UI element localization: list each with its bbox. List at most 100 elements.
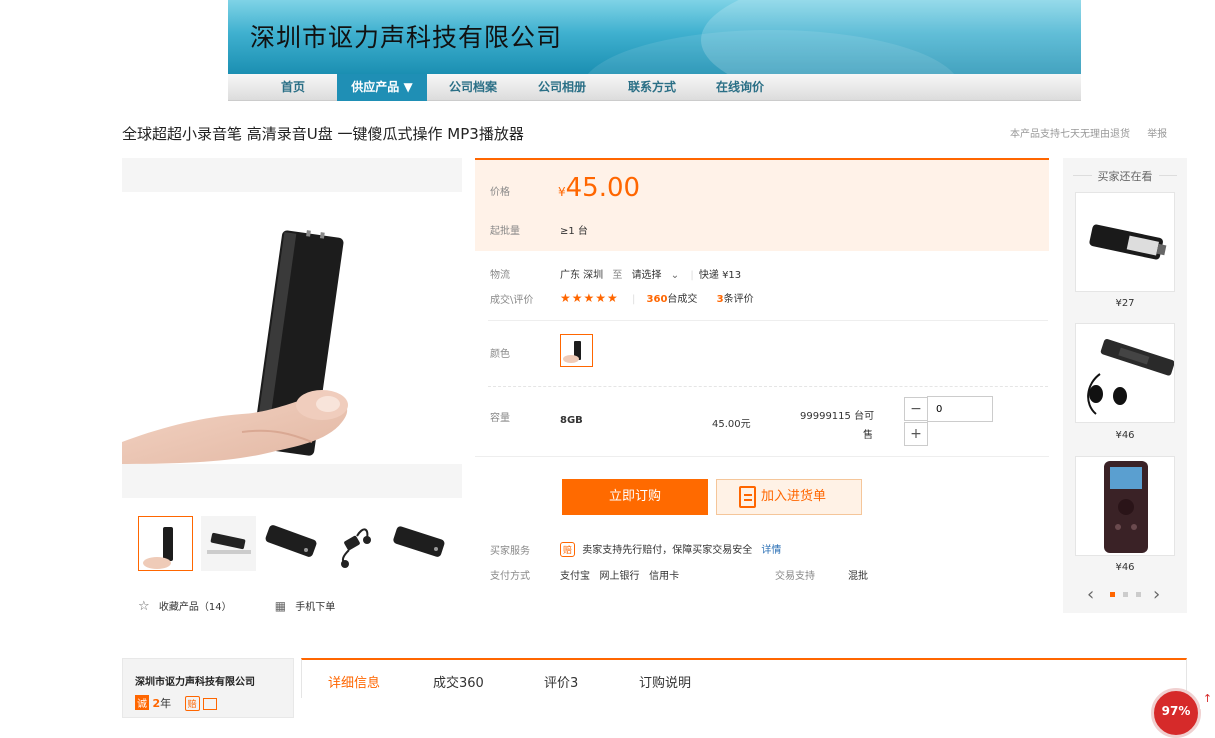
main-nav: 首页 供应产品 ▼ 公司档案 公司相册 联系方式 在线询价 <box>228 74 1081 101</box>
tab-details[interactable]: 详细信息 <box>328 672 380 691</box>
favorite-link[interactable]: 收藏产品（14） <box>159 602 232 613</box>
trade-support-label: 交易支持 <box>775 571 815 582</box>
thumbnail-2[interactable] <box>201 516 256 571</box>
quantity-input[interactable] <box>927 396 993 422</box>
also-viewed-price: ¥46 <box>1115 430 1135 441</box>
payment-methods: 支付宝 网上银行 信用卡 <box>560 571 680 582</box>
nav-products[interactable]: 供应产品 ▼ <box>337 74 427 101</box>
thumbnail-5[interactable] <box>390 516 445 571</box>
report-link[interactable]: 举报 <box>1147 129 1167 140</box>
trust-badge-icon: 诚 <box>135 695 149 710</box>
product-photo <box>122 192 462 464</box>
price-box <box>475 158 1049 251</box>
tab-reviews[interactable]: 评价3 <box>544 672 578 691</box>
compensation-badge-icon: 赔 <box>560 542 576 557</box>
tab-transactions[interactable]: 成交360 <box>433 672 484 691</box>
add-to-cart-label: 加入进货单 <box>761 489 827 504</box>
shop-years: 2 <box>152 697 161 710</box>
divider-line <box>488 320 1048 321</box>
moq-label: 起批量 <box>490 226 520 237</box>
satisfaction-badge[interactable]: 97% <box>1151 688 1201 738</box>
divider-line <box>488 386 1048 387</box>
nav-inquiry[interactable]: 在线询价 <box>700 74 780 101</box>
also-viewed-title: 买家还在看 <box>1063 168 1187 184</box>
star-outline-icon[interactable]: ☆ <box>138 599 150 614</box>
review-unit: 条评价 <box>723 294 754 305</box>
also-viewed-price: ¥27 <box>1115 298 1135 309</box>
also-viewed-price: ¥46 <box>1115 562 1135 573</box>
qty-increase-button[interactable]: + <box>904 422 928 446</box>
carousel-dot[interactable] <box>1123 592 1128 597</box>
main-product-image[interactable] <box>122 158 462 498</box>
service-text: 卖家支持先行赔付，保障买家交易安全 <box>582 545 753 556</box>
deals-count[interactable]: 360 <box>647 294 668 305</box>
stock-line-1: 99999115 台可 <box>800 411 875 422</box>
service-row: 赔 卖家支持先行赔付，保障买家交易安全 详情 <box>560 541 781 557</box>
thumbnail-1[interactable] <box>138 516 193 571</box>
product-title: 全球超超小录音笔 高清录音U盘 一键傻瓜式操作 MP3播放器 <box>122 125 524 143</box>
mobile-order-link[interactable]: 手机下单 <box>295 602 335 613</box>
moq-value: ≥1 台 <box>560 226 588 237</box>
chevron-down-icon[interactable]: ⌄ <box>671 270 679 281</box>
variant-price: 45.00元 <box>712 419 751 430</box>
divider: | <box>631 294 636 305</box>
tab-order-notes[interactable]: 订购说明 <box>639 672 691 691</box>
divider: | <box>690 270 694 281</box>
nav-album[interactable]: 公司相册 <box>522 74 602 101</box>
price-label: 价格 <box>490 187 510 198</box>
deals-label: 成交\评价 <box>490 295 534 306</box>
nav-company-profile[interactable]: 公司档案 <box>433 74 513 101</box>
also-viewed-item[interactable] <box>1075 323 1175 423</box>
detail-tabs: 详细信息 成交360 评价3 订购说明 <box>301 658 1187 698</box>
capacity-option: 8GB <box>560 415 583 426</box>
nav-contact[interactable]: 联系方式 <box>612 74 692 101</box>
color-label: 颜色 <box>490 349 510 360</box>
qty-decrease-button[interactable]: − <box>904 397 928 421</box>
payment-label: 支付方式 <box>490 571 530 582</box>
thumbnail-3[interactable] <box>264 516 319 571</box>
also-viewed-item[interactable] <box>1075 456 1175 556</box>
stock-available: 99999115 台可 售 <box>800 407 875 441</box>
service-details-link[interactable]: 详情 <box>761 545 781 556</box>
review-count[interactable]: 3 <box>717 294 724 305</box>
divider-line <box>475 456 1049 457</box>
price-value: ¥45.00 <box>558 173 640 203</box>
deals-row: ★★★★★ | 360台成交 3条评价 <box>560 290 754 305</box>
service-label: 买家服务 <box>490 546 530 557</box>
scroll-top-icon[interactable]: ↑ <box>1200 692 1215 709</box>
carousel-dot[interactable] <box>1136 592 1141 597</box>
carousel-dot-active[interactable] <box>1110 592 1115 597</box>
shop-info-box: 深圳市讴力声科技有限公司 诚 2年 赔 <box>122 658 294 718</box>
add-to-cart-button[interactable]: 加入进货单 <box>716 479 862 515</box>
shop-name[interactable]: 深圳市讴力声科技有限公司 <box>135 673 255 688</box>
color-swatch-black[interactable] <box>560 334 593 367</box>
company-title: 深圳市讴力声科技有限公司 <box>250 23 563 52</box>
rating-stars-icon: ★★★★★ <box>560 291 619 305</box>
capacity-label: 容量 <box>490 413 510 424</box>
price-amount: 45.00 <box>565 173 641 203</box>
company-banner: 深圳市讴力声科技有限公司 <box>228 0 1081 74</box>
thumbnail-4[interactable] <box>327 516 382 571</box>
logistics-label: 物流 <box>490 270 510 281</box>
buy-now-button[interactable]: 立即订购 <box>562 479 708 515</box>
title-links: 本产品支持七天无理由退货 举报 <box>1010 125 1167 140</box>
also-viewed-panel: 买家还在看 ¥27 ¥46 ¥46 ‹ › <box>1063 158 1187 613</box>
currency-symbol: ¥ <box>558 185 566 199</box>
trade-support-value: 混批 <box>848 571 868 582</box>
carousel-prev-icon[interactable]: ‹ <box>1087 584 1094 605</box>
return-policy-link[interactable]: 本产品支持七天无理由退货 <box>1010 129 1130 140</box>
deals-unit: 台成交 <box>667 294 698 305</box>
also-viewed-item[interactable] <box>1075 192 1175 292</box>
stock-line-2: 售 <box>863 430 873 441</box>
shop-years-unit: 年 <box>160 697 172 710</box>
logistics-to: 至 <box>612 270 623 281</box>
qr-code-icon[interactable]: ▦ <box>275 599 286 613</box>
logistics-row: 广东 深圳 至 请选择 ⌄ | 快递 ¥13 <box>560 266 741 281</box>
shipping-fee: 快递 ¥13 <box>698 270 742 281</box>
destination-select[interactable]: 请选择 <box>632 270 662 281</box>
clipboard-icon <box>739 486 756 508</box>
logistics-origin: 广东 深圳 <box>560 270 604 281</box>
nav-home[interactable]: 首页 <box>258 74 328 101</box>
carousel-next-icon[interactable]: › <box>1153 584 1160 605</box>
favorite-row: ☆ 收藏产品（14） ▦ 手机下单 <box>138 598 335 614</box>
